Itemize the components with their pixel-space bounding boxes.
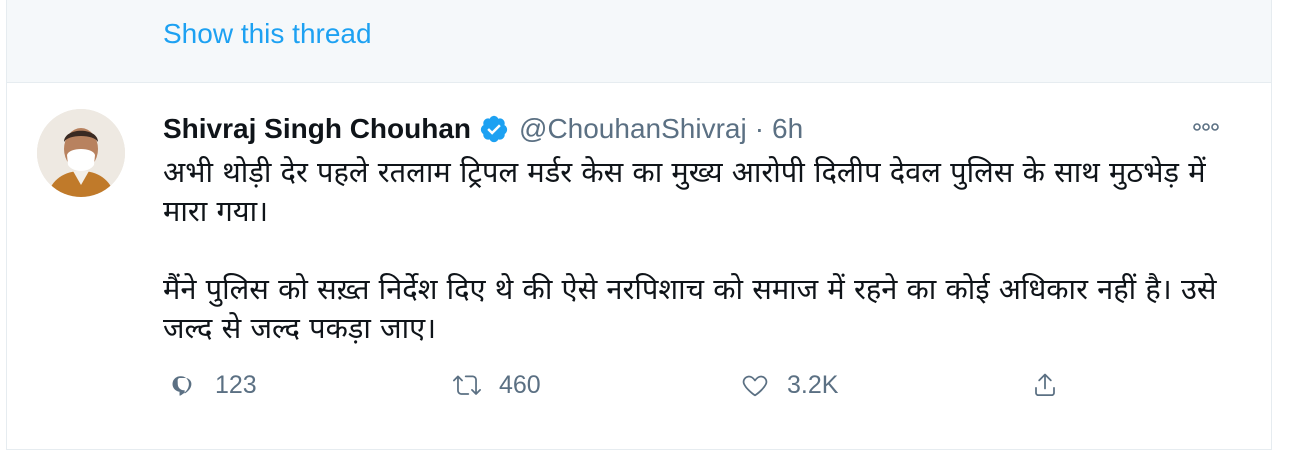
show-thread-link[interactable]: Show this thread — [163, 18, 372, 50]
author-handle[interactable]: @ChouhanShivraj — [519, 113, 747, 145]
retweet-count: 460 — [499, 370, 541, 399]
tweet-actions: 123 460 3.2K — [163, 365, 1083, 405]
retweet-icon — [453, 375, 481, 395]
tweet-panel: Show this thread Shivraj Singh Chouhan @… — [6, 0, 1272, 450]
more-options-icon[interactable] — [1191, 117, 1221, 137]
tweet-text: अभी थोड़ी देर पहले रतलाम ट्रिपल मर्डर के… — [163, 153, 1243, 348]
reply-icon — [172, 376, 192, 396]
tweet[interactable]: Shivraj Singh Chouhan @ChouhanShivraj · … — [7, 83, 1271, 449]
show-thread-row[interactable]: Show this thread — [7, 0, 1271, 83]
share-button[interactable] — [1031, 365, 1059, 405]
avatar[interactable] — [37, 109, 125, 197]
avatar-image — [37, 109, 125, 197]
tweet-paragraph: मैंने पुलिस को सख़्त निर्देश दिए थे की ऐ… — [163, 272, 1217, 345]
retweet-button[interactable]: 460 — [453, 365, 541, 405]
tweet-header: Shivraj Singh Chouhan @ChouhanShivraj · … — [163, 109, 803, 149]
separator-dot: · — [754, 113, 765, 144]
tweet-timestamp[interactable]: 6h — [772, 113, 803, 145]
share-icon — [1035, 373, 1055, 397]
reply-count: 123 — [215, 370, 257, 399]
tweet-paragraph: अभी थोड़ी देर पहले रतलाम ट्रिपल मर्डर के… — [163, 155, 1206, 228]
author-name[interactable]: Shivraj Singh Chouhan — [163, 113, 471, 145]
like-count: 3.2K — [787, 370, 839, 399]
verified-badge-icon — [479, 114, 509, 144]
heart-icon — [742, 375, 768, 397]
like-button[interactable]: 3.2K — [741, 365, 838, 405]
reply-button[interactable]: 123 — [169, 365, 257, 405]
